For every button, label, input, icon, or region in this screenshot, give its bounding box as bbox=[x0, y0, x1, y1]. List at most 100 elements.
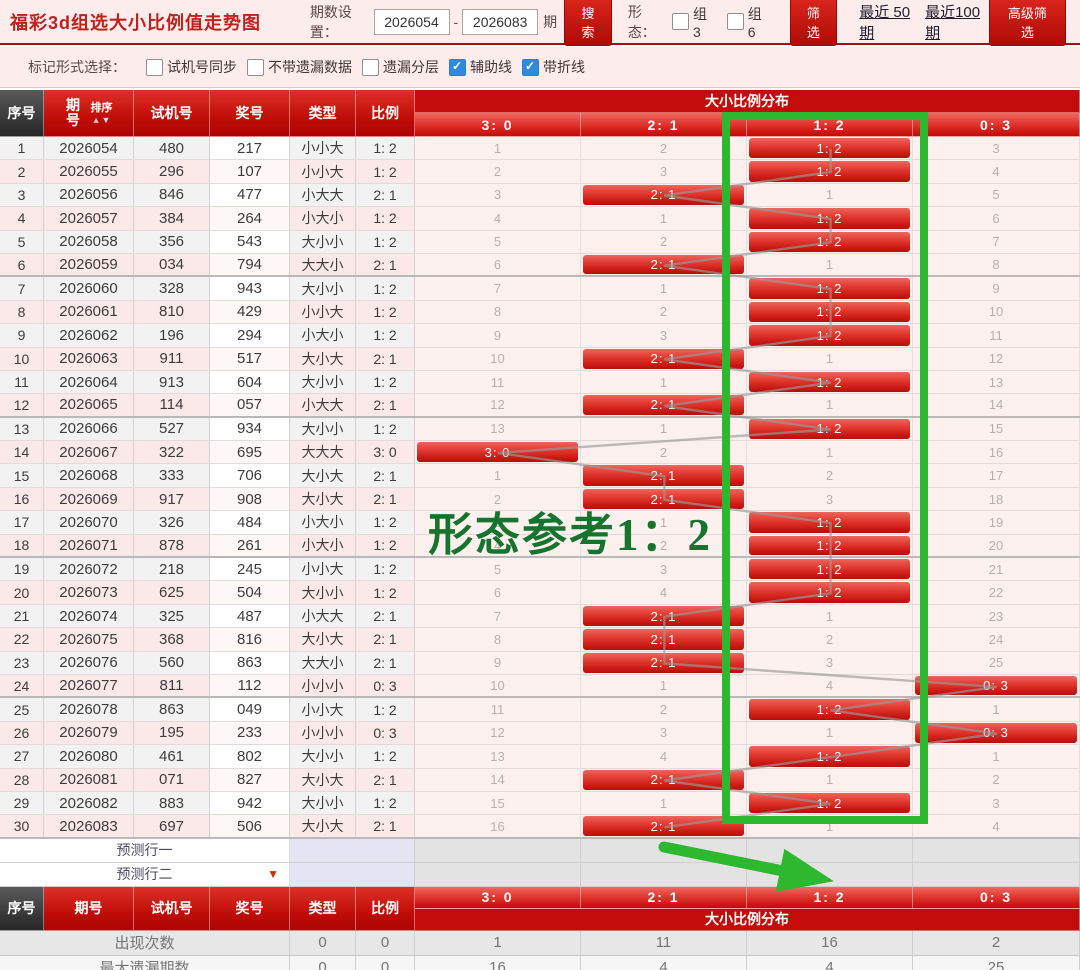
mark-option-checkbox-2[interactable] bbox=[362, 58, 379, 76]
miss-count: 2 bbox=[747, 628, 913, 651]
ratio-bar: 2: 1 bbox=[583, 184, 744, 206]
cell-period: 2026076 bbox=[44, 651, 134, 674]
ratio-column-header-2[interactable]: 1: 2 bbox=[747, 113, 913, 137]
cell-type: 大大小 bbox=[290, 651, 356, 674]
prediction-row-label[interactable]: 预测行一 bbox=[0, 838, 290, 862]
recent100-link[interactable]: 最近100期 bbox=[925, 1, 989, 43]
cell-period: 2026064 bbox=[44, 370, 134, 394]
miss-count: 8 bbox=[415, 628, 581, 651]
advanced-filter-button[interactable]: 高级筛选 bbox=[988, 0, 1066, 46]
cell-test-number: 863 bbox=[134, 698, 210, 721]
cell-seq: 28 bbox=[0, 768, 44, 791]
table-row: 6 2026059 034 794 大大小 2: 1 6 2: 118 bbox=[0, 253, 1080, 278]
ratio-bar: 2: 1 bbox=[583, 605, 744, 627]
mark-options-bar: 标记形式选择： 试机号同步 不带遗漏数据 遗漏分层 辅助线 带折线 bbox=[0, 47, 1080, 88]
cell-ratio: 1: 2 bbox=[356, 277, 415, 300]
miss-count: 10 bbox=[415, 674, 581, 697]
cell-test-number: 218 bbox=[134, 558, 210, 581]
miss-count: 2 bbox=[581, 441, 747, 464]
miss-count: 6 bbox=[913, 207, 1080, 230]
table-row: 20 2026073 625 504 大小小 1: 2 6 4 1: 2 22 bbox=[0, 581, 1080, 605]
cell-ratio: 1: 2 bbox=[356, 160, 415, 183]
miss-count: 12 bbox=[415, 394, 581, 416]
table-row: 5 2026058 356 543 大小小 1: 2 5 2 1: 27 bbox=[0, 230, 1080, 254]
ratio-column-header-0[interactable]: 3: 0 bbox=[415, 113, 581, 137]
cell-type: 小大小 bbox=[290, 511, 356, 534]
ratio-column-header-1[interactable]: 2: 1 bbox=[581, 113, 747, 137]
miss-count: 9 bbox=[913, 277, 1080, 300]
cell-seq: 23 bbox=[0, 651, 44, 674]
cell-prize-number: 217 bbox=[210, 137, 290, 160]
miss-count: 18 bbox=[913, 487, 1080, 511]
mark-option-checkbox-0[interactable] bbox=[146, 58, 163, 76]
mark-option-checkbox-3[interactable] bbox=[449, 58, 466, 76]
prediction-row-label[interactable]: 预测行二 ▼ bbox=[0, 862, 290, 886]
ratio-column-header-3[interactable]: 0: 3 bbox=[913, 113, 1080, 137]
cell-seq: 9 bbox=[0, 324, 44, 347]
cell-period: 2026070 bbox=[44, 511, 134, 534]
prediction-chart-cell bbox=[913, 838, 1080, 862]
mark-option-checkbox-1[interactable] bbox=[247, 58, 264, 76]
period-to-input[interactable] bbox=[462, 8, 539, 35]
cell-period: 2026079 bbox=[44, 721, 134, 745]
miss-count: 1 bbox=[747, 815, 913, 837]
chart-cell: 2: 1 bbox=[581, 183, 747, 207]
prediction-input-cell[interactable] bbox=[290, 862, 415, 886]
search-button[interactable]: 搜索 bbox=[564, 0, 612, 46]
cell-type: 大大小 bbox=[290, 253, 356, 276]
miss-count: 1 bbox=[913, 745, 1080, 768]
chart-cell: 1: 2 bbox=[747, 324, 913, 347]
prediction-chart-cell bbox=[913, 862, 1080, 886]
ratio-bar: 2: 1 bbox=[583, 348, 744, 369]
ratio-bar: 2: 1 bbox=[583, 629, 744, 650]
miss-count: 13 bbox=[415, 745, 581, 768]
prediction-chart-cell bbox=[581, 862, 747, 886]
cell-period: 2026061 bbox=[44, 300, 134, 324]
cell-ratio: 2: 1 bbox=[356, 464, 415, 487]
sort-arrows-icon[interactable]: ▲▼ bbox=[92, 115, 112, 124]
period-unit-label: 期 bbox=[543, 13, 558, 30]
red-down-arrow-icon: ▼ bbox=[267, 866, 279, 881]
table-row: 1 2026054 480 217 小小大 1: 2 1 2 1: 23 bbox=[0, 137, 1080, 161]
cell-prize-number: 487 bbox=[210, 604, 290, 628]
ratio-bar: 1: 2 bbox=[749, 535, 910, 556]
cell-seq: 22 bbox=[0, 628, 44, 651]
distribution-header: 大小比例分布 bbox=[415, 90, 1080, 113]
column-header-0: 序号 bbox=[0, 90, 44, 137]
miss-count: 4 bbox=[913, 160, 1080, 183]
cell-ratio: 2: 1 bbox=[356, 651, 415, 674]
group6-checkbox[interactable] bbox=[726, 13, 744, 30]
cell-test-number: 196 bbox=[134, 324, 210, 347]
cell-seq: 6 bbox=[0, 253, 44, 276]
cell-prize-number: 934 bbox=[210, 417, 290, 441]
mark-option-checkbox-4[interactable] bbox=[522, 58, 539, 76]
miss-count: 3 bbox=[415, 183, 581, 207]
period-from-input[interactable] bbox=[373, 8, 450, 35]
miss-count: 1 bbox=[581, 417, 747, 441]
table-row: 10 2026063 911 517 大小大 2: 1 10 2: 1 1 12 bbox=[0, 347, 1080, 371]
miss-count: 1 bbox=[913, 698, 1080, 721]
ratio-bar: 2: 1 bbox=[583, 816, 744, 836]
sort-control[interactable]: 期号 排序 ▲▼ bbox=[65, 98, 113, 128]
filter-button[interactable]: 筛选 bbox=[789, 0, 838, 46]
sort-label: 排序 bbox=[90, 101, 113, 114]
cell-period: 2026060 bbox=[44, 277, 134, 300]
mark-options-label: 标记形式选择： bbox=[28, 59, 126, 75]
mark-option: 试机号同步 bbox=[146, 57, 237, 77]
cell-period: 2026067 bbox=[44, 441, 134, 464]
recent50-link[interactable]: 最近 50期 bbox=[859, 1, 919, 43]
miss-count: 25 bbox=[913, 651, 1080, 674]
table-header[interactable]: 序号 期号 排序 ▲▼ 试机号 奖号 类型 比例 大小比例分布 3: 0 2: 1 1: 2 0: 3 bbox=[0, 90, 1080, 137]
miss-count: 10 bbox=[913, 300, 1080, 324]
ratio-bar: 1: 2 bbox=[749, 138, 910, 159]
cell-prize-number: 504 bbox=[210, 581, 290, 604]
stats-row: 最大遗漏期数 0 0 16 4 4 25 bbox=[0, 955, 1080, 970]
group3-checkbox[interactable] bbox=[671, 13, 689, 30]
cell-test-number: 322 bbox=[134, 441, 210, 464]
table-row: 22 2026075 368 816 大小大 2: 1 8 2: 1 2 24 bbox=[0, 628, 1080, 652]
miss-count: 17 bbox=[913, 464, 1080, 487]
stats-row: 出现次数 0 0 1 11 16 2 bbox=[0, 930, 1080, 956]
prediction-input-cell[interactable] bbox=[290, 838, 415, 862]
cell-period: 2026066 bbox=[44, 417, 134, 441]
ratio-bar: 1: 2 bbox=[749, 746, 910, 767]
